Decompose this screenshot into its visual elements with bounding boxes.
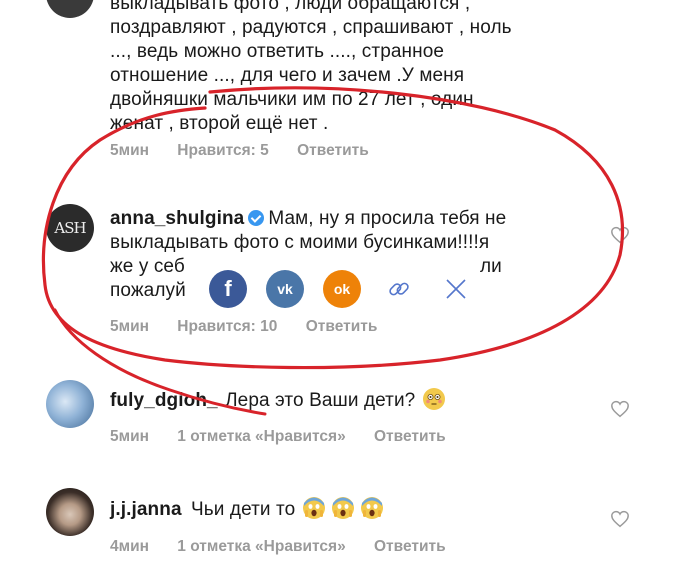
reply-button[interactable]: Ответить [374,428,446,445]
comment-line: ..., ведь можно ответить ...., странное [110,41,445,62]
avatar[interactable] [46,0,94,18]
screaming-face-icon [332,497,355,519]
comment-time: 4мин [110,538,149,555]
facebook-icon: f [224,276,232,301]
comment-line: Мам, ну я просила тебя не [268,208,507,229]
reply-button[interactable]: Ответить [374,538,446,555]
comment-username[interactable]: anna_shulgina [110,208,244,229]
comment-line: двойняшки мальчики им по 27 лет , один [110,89,474,110]
flushed-face-icon [422,388,445,410]
comment-line: выкладывать фото , люди обращаются , [110,0,471,14]
avatar[interactable]: ASH [46,204,94,252]
reply-button[interactable]: Ответить [297,142,369,159]
heart-icon[interactable] [610,510,630,528]
comment-time: 5мин [110,318,149,335]
comment-time: 5мин [110,428,149,445]
comment-body: Лера это Ваши дети? [225,390,416,411]
comment-meta: 4мин 1 отметка «Нравится» Ответить [110,538,470,556]
like-count[interactable]: Нравится: 10 [177,318,277,335]
comment-line-tail: ли [480,256,502,277]
vk-icon: vk [277,281,293,297]
comment-time: 5мин [110,142,149,159]
avatar-initials: ASH [54,219,86,237]
heart-icon[interactable] [610,226,630,244]
comment-line: выкладывать фото с моими бусинками!!!!я [110,232,490,253]
comment-text: j.j.janna Чьи дети то [110,497,590,522]
comment-meta: 5мин Нравится: 10 Ответить [110,318,401,336]
verified-badge-icon [248,210,265,226]
facebook-share-button[interactable]: f [209,270,247,308]
comment-username[interactable]: fuly_dgioh_ [110,390,218,411]
comment-line: женат , второй ещё нет . [110,113,329,134]
comment-body: Чьи дети то [191,499,296,520]
close-icon [446,279,466,299]
vk-share-button[interactable]: vk [266,270,304,308]
comment-line: поздравляют , радуются , спрашивают , но… [110,17,512,38]
like-count[interactable]: 1 отметка «Нравится» [177,538,345,555]
odnoklassniki-icon: ok [333,281,351,297]
copy-link-button[interactable] [380,270,418,308]
comment-line: же у себ [110,256,185,277]
reply-button[interactable]: Ответить [306,318,378,335]
close-share-button[interactable] [437,270,475,308]
heart-icon[interactable] [610,400,630,418]
comment-text: fuly_dgioh_ Лера это Ваши дети? [110,388,590,413]
comment-line: отношение ..., для чего и зачем .У меня [110,65,465,86]
link-icon [389,282,409,296]
comment-username[interactable]: j.j.janna [110,499,182,520]
avatar[interactable] [46,488,94,536]
comment-meta: 5мин 1 отметка «Нравится» Ответить [110,428,470,446]
like-count[interactable]: Нравится: 5 [177,142,268,159]
comment-text: выкладывать фото , люди обращаются , поз… [110,0,530,136]
avatar[interactable] [46,380,94,428]
share-bar: f vk ok [203,270,483,312]
like-count[interactable]: 1 отметка «Нравится» [177,428,345,445]
comment-meta: 5мин Нравится: 5 Ответить [110,142,393,160]
screaming-face-icon [361,497,384,519]
screaming-face-icon [302,497,325,519]
odnoklassniki-share-button[interactable]: ok [323,270,361,308]
